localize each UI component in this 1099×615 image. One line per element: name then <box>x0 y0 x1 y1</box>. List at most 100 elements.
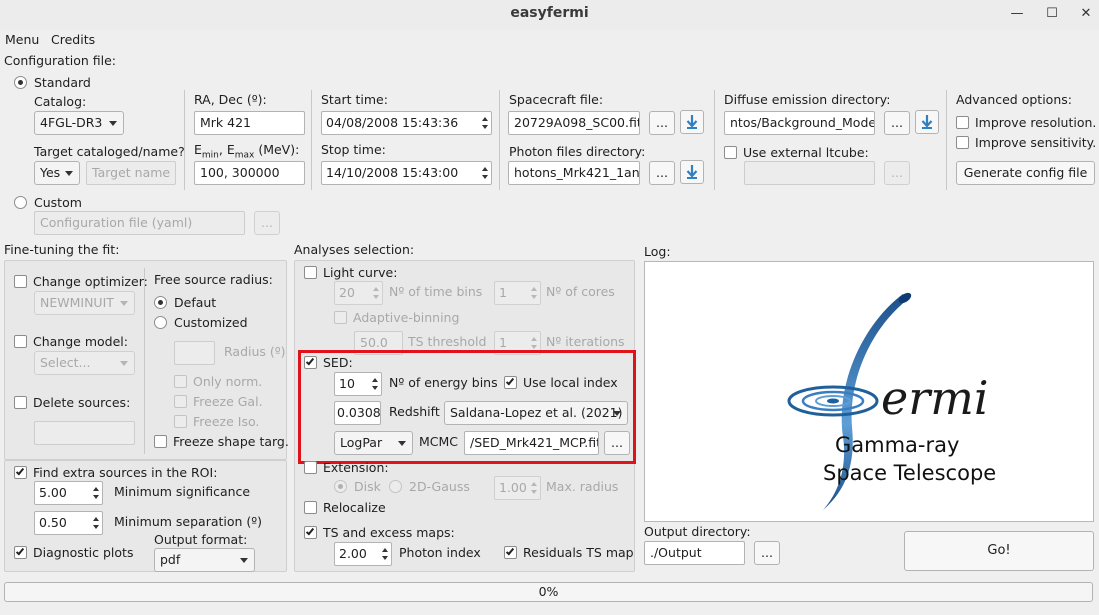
radec-input[interactable]: Mrk 421 <box>194 111 305 135</box>
relocalize-checkbox[interactable] <box>304 501 317 514</box>
target-yesno-value: Yes <box>40 165 61 180</box>
diagnostic-plots-checkbox[interactable] <box>14 546 27 559</box>
target-label: Target cataloged/name? <box>34 144 185 159</box>
ts-threshold-label: TS threshold <box>408 334 487 349</box>
improve-sensitivity-checkbox[interactable] <box>956 136 969 149</box>
diffuse-download-button[interactable] <box>915 110 939 134</box>
default-radius-label: Defaut <box>174 295 217 310</box>
free-radius-label: Free source radius: <box>154 272 273 287</box>
only-norm-checkbox[interactable] <box>174 375 187 388</box>
model-select[interactable]: Select... <box>34 351 135 375</box>
custom-browse-button[interactable]: ... <box>254 211 280 235</box>
stop-time-label: Stop time: <box>321 142 386 157</box>
diffuse-dir-input[interactable]: ntos/Background_Models <box>724 111 875 135</box>
radius-label: Radius (º) <box>224 344 286 359</box>
adaptive-binning-checkbox[interactable] <box>334 311 347 324</box>
delete-sources-label: Delete sources: <box>33 395 131 410</box>
min-separation-label: Minimum separation (º) <box>114 514 263 529</box>
spacecraft-label: Spacecraft file: <box>509 92 604 107</box>
light-curve-checkbox[interactable] <box>304 266 317 279</box>
standard-radio[interactable] <box>14 76 27 89</box>
freeze-shape-checkbox[interactable] <box>154 435 167 448</box>
ts-maps-checkbox[interactable] <box>304 526 317 539</box>
customized-radius-radio[interactable] <box>154 316 167 329</box>
ltcube-checkbox[interactable] <box>724 146 737 159</box>
max-radius-input[interactable]: 1.00 <box>494 476 541 500</box>
light-curve-label: Light curve: <box>323 265 398 280</box>
lc-time-bins-input[interactable]: 20 <box>334 281 383 305</box>
optimizer-value: NEWMINUIT <box>40 295 114 310</box>
target-name-input[interactable]: Target name <box>86 161 176 185</box>
gauss-radio[interactable] <box>389 480 402 493</box>
improve-resolution-label: Improve resolution. <box>975 115 1097 130</box>
menu-item-menu[interactable]: Menu <box>5 32 39 48</box>
go-button[interactable]: Go! <box>904 531 1094 571</box>
radec-label: RA, Dec (º): <box>194 92 267 107</box>
lc-cores-input[interactable]: 1 <box>494 281 541 305</box>
change-optimizer-checkbox[interactable] <box>14 275 27 288</box>
maximize-icon[interactable]: ☐ <box>1041 4 1063 24</box>
custom-config-input[interactable]: Configuration file (yaml) <box>34 211 245 235</box>
freeze-shape-label: Freeze shape targ. <box>173 434 289 449</box>
freeze-gal-checkbox[interactable] <box>174 395 187 408</box>
minimize-icon[interactable]: — <box>1006 4 1028 24</box>
divider <box>144 268 145 454</box>
fermi-logo: ermi Gamma-ray Space Telescope <box>787 292 996 510</box>
photon-dir-input[interactable]: hotons_Mrk421_1ano <box>508 161 640 185</box>
ltcube-input[interactable] <box>744 161 875 185</box>
catalog-value: 4FGL-DR3 <box>40 115 103 130</box>
logo-line2: Space Telescope <box>823 461 996 485</box>
start-time-input[interactable]: 04/08/2008 15:43:36 <box>321 111 492 135</box>
menu-item-credits[interactable]: Credits <box>51 32 95 48</box>
ltcube-browse-button[interactable]: ... <box>884 161 910 185</box>
generate-config-button[interactable]: Generate config file <box>956 161 1095 185</box>
min-separation-input[interactable]: 0.50 <box>34 511 103 535</box>
radius-input[interactable] <box>174 341 215 365</box>
optimizer-select[interactable]: NEWMINUIT <box>34 291 135 315</box>
standard-label: Standard <box>34 75 91 90</box>
chevron-down-icon <box>240 558 248 563</box>
lc-time-bins-value: 20 <box>339 285 355 300</box>
delete-sources-checkbox[interactable] <box>14 396 27 409</box>
min-significance-input[interactable]: 5.00 <box>34 481 103 505</box>
diffuse-label: Diffuse emission directory: <box>724 92 891 107</box>
stop-time-input[interactable]: 14/10/2008 15:43:00 <box>321 161 492 185</box>
residuals-checkbox[interactable] <box>504 546 517 559</box>
change-model-checkbox[interactable] <box>14 335 27 348</box>
target-yesno-select[interactable]: Yes <box>34 161 80 185</box>
lc-cores-value: 1 <box>499 285 507 300</box>
catalog-select[interactable]: 4FGL-DR3 <box>34 111 124 135</box>
custom-radio[interactable] <box>14 196 27 209</box>
analyses-label: Analyses selection: <box>294 242 415 257</box>
close-icon[interactable]: ✕ <box>1075 4 1097 24</box>
extension-checkbox[interactable] <box>304 461 317 474</box>
window-title: easyfermi <box>510 5 589 21</box>
disk-radio[interactable] <box>334 480 347 493</box>
delete-sources-input[interactable] <box>34 421 135 445</box>
photon-index-value: 2.00 <box>339 546 367 561</box>
gauss-label: 2D-Gauss <box>409 479 470 494</box>
lc-cores-label: Nº of cores <box>546 284 615 299</box>
output-format-select[interactable]: pdf <box>154 548 255 572</box>
freeze-iso-checkbox[interactable] <box>174 415 187 428</box>
progress-bar: 0% <box>4 582 1093 602</box>
spacecraft-browse-button[interactable]: ... <box>649 111 675 135</box>
min-significance-label: Minimum significance <box>114 484 251 499</box>
output-dir-input[interactable]: ./Output <box>644 541 745 565</box>
output-browse-button[interactable]: ... <box>754 541 780 565</box>
find-extra-checkbox[interactable] <box>14 466 27 479</box>
spacecraft-download-button[interactable] <box>680 110 704 134</box>
stop-time-value: 14/10/2008 15:43:00 <box>326 165 459 180</box>
diffuse-browse-button[interactable]: ... <box>884 111 910 135</box>
start-time-label: Start time: <box>321 92 388 107</box>
chevron-down-icon <box>109 121 117 126</box>
photon-browse-button[interactable]: ... <box>649 161 675 185</box>
photon-index-input[interactable]: 2.00 <box>334 542 392 566</box>
advanced-label: Advanced options: <box>956 92 1072 107</box>
spacecraft-input[interactable]: 20729A098_SC00.fits <box>508 111 640 135</box>
improve-resolution-checkbox[interactable] <box>956 116 969 129</box>
default-radius-radio[interactable] <box>154 296 167 309</box>
energy-range-input[interactable]: 100, 300000 <box>194 161 305 185</box>
photon-dir-label: Photon files directory: <box>509 144 646 159</box>
photon-download-button[interactable] <box>680 160 704 184</box>
